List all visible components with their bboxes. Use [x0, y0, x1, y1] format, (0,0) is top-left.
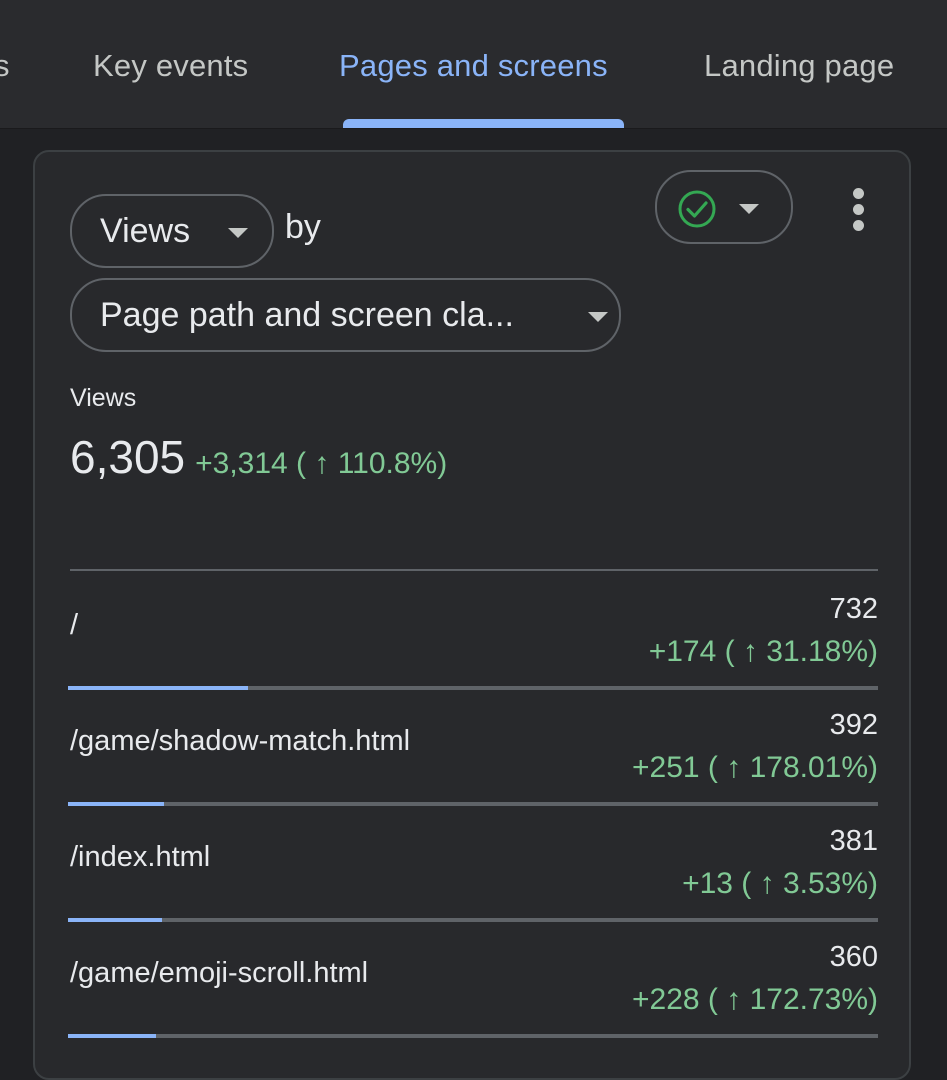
row-views: 732 — [829, 593, 878, 625]
tab-previous[interactable]: s — [0, 48, 10, 84]
by-label: by — [285, 208, 321, 246]
table-row[interactable]: /game/emoji-scroll.html 360 +228 ( ↑ 172… — [68, 919, 878, 1038]
metric-delta: +3,314 ( ↑ 110.8%) — [195, 447, 448, 480]
caret-down-icon — [588, 312, 608, 322]
metric-total: 6,305 +3,314 ( ↑ 110.8%) — [70, 430, 447, 484]
row-page-path: /index.html — [70, 841, 211, 873]
row-share-fill — [68, 1034, 157, 1038]
row-page-path: /game/emoji-scroll.html — [70, 957, 369, 989]
comparison-filter-button[interactable] — [655, 170, 793, 244]
table-row[interactable]: /game/shadow-match.html 392 +251 ( ↑ 178… — [68, 687, 878, 806]
report-card: Views by Page path and screen cla... Vie… — [33, 150, 911, 1080]
tab-landing-page[interactable]: Landing page — [704, 48, 894, 84]
table-row[interactable]: / 732 +174 ( ↑ 31.18%) — [68, 571, 878, 690]
active-tab-indicator — [343, 119, 624, 128]
metric-selector[interactable]: Views — [70, 194, 274, 268]
metric-value: 6,305 — [70, 431, 186, 483]
caret-down-icon — [739, 204, 759, 214]
caret-down-icon — [228, 228, 248, 238]
metric-label: Views — [70, 384, 137, 412]
row-change: +228 ( ↑ 172.73%) — [632, 983, 878, 1016]
tab-pages-and-screens[interactable]: Pages and screens — [339, 48, 608, 84]
metric-selector-label: Views — [100, 212, 191, 250]
row-views: 360 — [829, 941, 878, 973]
row-share-bar — [68, 1034, 878, 1038]
row-page-path: /game/shadow-match.html — [70, 725, 411, 757]
row-change: +174 ( ↑ 31.18%) — [648, 635, 878, 668]
more-vert-icon[interactable] — [847, 188, 871, 232]
tab-key-events[interactable]: Key events — [93, 48, 248, 84]
row-change: +251 ( ↑ 178.01%) — [632, 751, 878, 784]
report-tabs: s Key events Pages and screens Landing p… — [0, 0, 947, 129]
row-change: +13 ( ↑ 3.53%) — [682, 867, 878, 900]
table-row[interactable]: /index.html 381 +13 ( ↑ 3.53%) — [68, 803, 878, 922]
check-circle-icon — [678, 190, 716, 228]
dimension-selector[interactable]: Page path and screen cla... — [70, 278, 621, 352]
dimension-selector-label: Page path and screen cla... — [100, 296, 514, 334]
row-views: 381 — [829, 825, 878, 857]
row-page-path: / — [70, 609, 79, 641]
row-views: 392 — [829, 709, 878, 741]
